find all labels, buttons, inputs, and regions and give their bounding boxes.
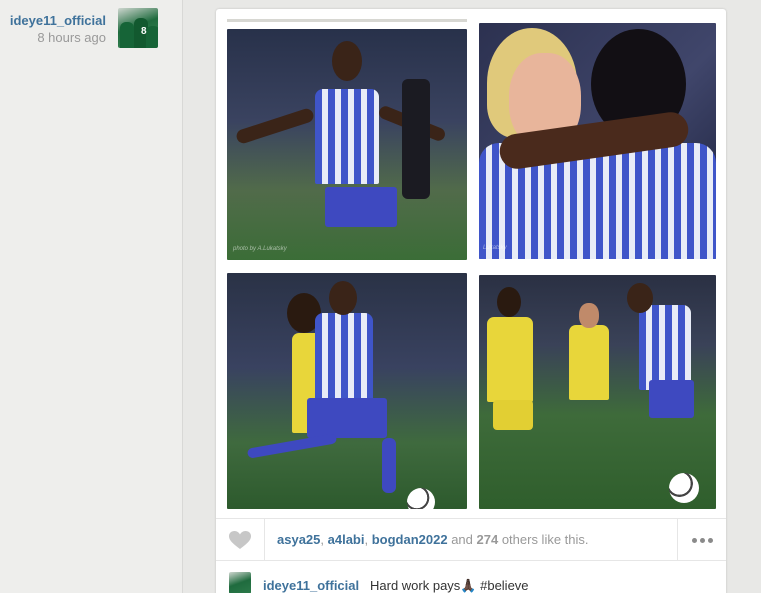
collage-photo-celebration[interactable]: photo by A.Lukatsky bbox=[227, 29, 467, 260]
liker-separator: , bbox=[364, 532, 372, 547]
post-card: photo by A.Lukatsky Lukatsky asya25, a4l… bbox=[216, 9, 726, 593]
others-count[interactable]: 274 bbox=[477, 532, 499, 547]
comment-username[interactable]: ideye11_official bbox=[263, 578, 359, 593]
comment-text: Hard work pays🙏🏿 #believe bbox=[370, 578, 529, 593]
others-like-text: others like this. bbox=[498, 532, 589, 547]
post-actions-bar: asya25, a4labi, bogdan2022 and 274 other… bbox=[216, 518, 726, 561]
author-avatar[interactable]: 8 bbox=[118, 8, 158, 48]
likes-and-text: and bbox=[447, 532, 477, 547]
photo-watermark-2: Lukatsky bbox=[483, 245, 507, 251]
more-options-button[interactable] bbox=[677, 519, 726, 561]
comment-avatar[interactable] bbox=[229, 572, 251, 593]
caption-comment: ideye11_official Hard work pays🙏🏿 #belie… bbox=[216, 562, 726, 593]
author-username[interactable]: ideye11_official bbox=[6, 13, 106, 28]
collage-photo-hug[interactable]: Lukatsky bbox=[479, 23, 716, 259]
more-icon bbox=[699, 537, 705, 543]
more-icon bbox=[707, 537, 713, 543]
collage-top-bar bbox=[227, 19, 467, 22]
liker-link[interactable]: asya25 bbox=[277, 532, 320, 547]
liker-separator: , bbox=[320, 532, 328, 547]
liker-link[interactable]: a4labi bbox=[328, 532, 365, 547]
photo-watermark: photo by A.Lukatsky bbox=[233, 246, 287, 252]
collage-photo-chase[interactable] bbox=[479, 275, 716, 509]
left-sidebar: ideye11_official 8 hours ago 8 bbox=[0, 0, 183, 593]
heart-icon bbox=[229, 531, 251, 549]
more-icon bbox=[691, 537, 697, 543]
liker-link[interactable]: bogdan2022 bbox=[372, 532, 448, 547]
post-author: ideye11_official 8 hours ago bbox=[6, 13, 106, 45]
post-timestamp[interactable]: 8 hours ago bbox=[6, 30, 106, 45]
likes-summary: asya25, a4labi, bogdan2022 and 274 other… bbox=[277, 532, 589, 547]
like-button[interactable] bbox=[216, 519, 265, 561]
collage-photo-dribble[interactable] bbox=[227, 273, 467, 509]
